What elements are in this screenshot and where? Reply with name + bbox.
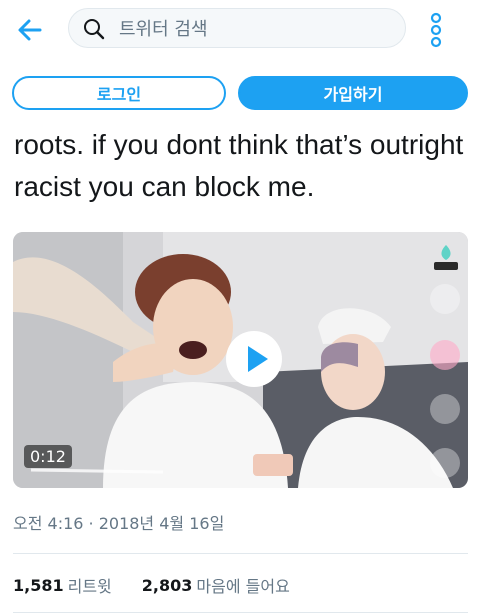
tweet-text-line: roots. if you dont think that’s outright [14, 129, 464, 160]
retweets-label[interactable]: 리트윗 [68, 573, 112, 597]
video-player[interactable]: 0:12 [13, 232, 468, 488]
vlive-heart-icon [430, 340, 460, 370]
tweet-text: roots. if you dont think that’s outright… [14, 124, 474, 208]
retweets-count[interactable]: 1,581 [13, 576, 64, 595]
search-input[interactable] [119, 15, 389, 43]
vlive-logo [433, 242, 459, 272]
divider [13, 553, 468, 554]
tweet-timestamp[interactable]: 오전 4:16 · 2018년 4월 16일 [13, 510, 224, 534]
signup-button[interactable]: 가입하기 [238, 76, 468, 110]
likes-label[interactable]: 마음에 들어요 [196, 573, 289, 597]
video-duration: 0:12 [24, 445, 72, 468]
vertical-dots-icon[interactable] [426, 12, 446, 48]
tweet-text-line: racist you can block me. [14, 171, 315, 202]
play-icon[interactable] [226, 331, 282, 387]
arrow-left-icon[interactable] [14, 14, 46, 46]
login-button[interactable]: 로그인 [12, 76, 226, 110]
divider [13, 612, 468, 613]
top-bar [0, 0, 480, 60]
vlive-expand-icon [430, 448, 460, 478]
likes-count[interactable]: 2,803 [142, 576, 193, 595]
search-icon [84, 19, 105, 40]
search-box[interactable] [68, 8, 406, 48]
vlive-more-icon [430, 284, 460, 314]
vlive-camera-icon [430, 394, 460, 424]
tweet-stats: 1,581 리트윗 2,803 마음에 들어요 [13, 573, 290, 597]
